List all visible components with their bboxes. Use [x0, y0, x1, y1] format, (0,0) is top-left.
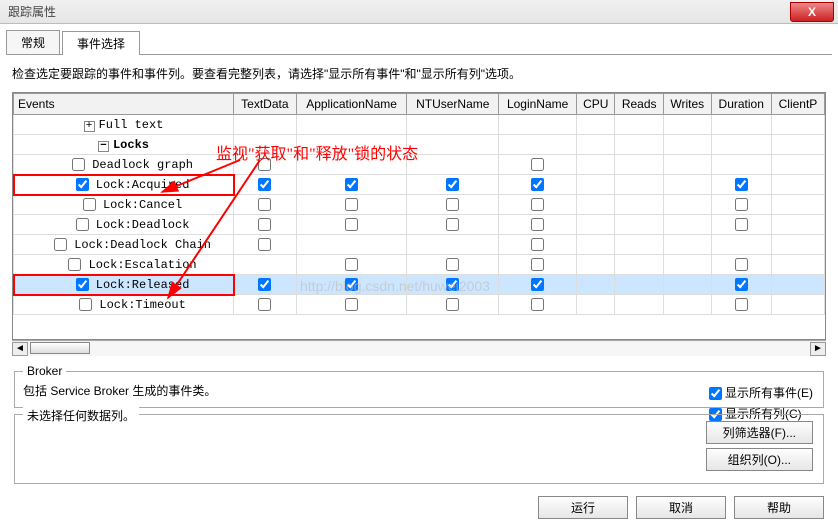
cell-check[interactable] [345, 198, 358, 211]
col-textdata[interactable]: TextData [234, 94, 297, 115]
expand-icon[interactable]: + [84, 121, 95, 132]
chk-released[interactable] [76, 278, 89, 291]
horizontal-scrollbar[interactable]: ◄ ► [12, 340, 826, 356]
row-deadlock[interactable]: Lock:Deadlock [14, 215, 825, 235]
cell-check[interactable] [258, 198, 271, 211]
cell-check[interactable] [345, 178, 358, 191]
cell-check[interactable] [446, 298, 459, 311]
row-deadlock-graph[interactable]: Deadlock graph [14, 155, 825, 175]
footer-buttons: 运行 取消 帮助 [0, 490, 838, 525]
window-title: 跟踪属性 [8, 3, 56, 20]
cell-check[interactable] [735, 278, 748, 291]
chk-deadlock-chain[interactable] [54, 238, 67, 251]
nodata-group: 未选择任何数据列。 列筛选器(F)... 组织列(O)... [14, 414, 824, 484]
cell-check[interactable] [345, 278, 358, 291]
cell-check[interactable] [345, 298, 358, 311]
collapse-icon[interactable]: − [98, 141, 109, 152]
run-button[interactable]: 运行 [538, 496, 628, 519]
chk-acquired[interactable] [76, 178, 89, 191]
scroll-right-icon[interactable]: ► [810, 342, 826, 356]
instruction-text: 检查选定要跟踪的事件和事件列。要查看完整列表，请选择"显示所有事件"和"显示所有… [12, 65, 826, 82]
cell-check[interactable] [345, 218, 358, 231]
chk-timeout[interactable] [79, 298, 92, 311]
chk-deadlock[interactable] [76, 218, 89, 231]
cell-check[interactable] [446, 218, 459, 231]
cell-check[interactable] [531, 238, 544, 251]
col-ntuser[interactable]: NTUserName [407, 94, 499, 115]
cell-check[interactable] [446, 278, 459, 291]
scroll-left-icon[interactable]: ◄ [12, 342, 28, 356]
col-duration[interactable]: Duration [711, 94, 771, 115]
chk-escalation[interactable] [68, 258, 81, 271]
col-events[interactable]: Events [14, 94, 234, 115]
close-button[interactable]: X [790, 2, 834, 22]
cell-check[interactable] [735, 258, 748, 271]
row-released[interactable]: Lock:Released [14, 275, 825, 295]
cell-check[interactable] [735, 198, 748, 211]
cell-check[interactable] [258, 218, 271, 231]
cell-check[interactable] [531, 198, 544, 211]
cell-check[interactable] [531, 178, 544, 191]
tab-general[interactable]: 常规 [6, 30, 60, 54]
events-grid[interactable]: Events TextData ApplicationName NTUserNa… [12, 92, 826, 340]
col-login[interactable]: LoginName [499, 94, 577, 115]
cell-check[interactable] [258, 298, 271, 311]
row-cancel[interactable]: Lock:Cancel [14, 195, 825, 215]
title-bar: 跟踪属性 X [0, 0, 838, 24]
cancel-button[interactable]: 取消 [636, 496, 726, 519]
broker-desc: 包括 Service Broker 生成的事件类。 [23, 382, 815, 399]
broker-group: Broker 包括 Service Broker 生成的事件类。 显示所有事件(… [14, 364, 824, 408]
scroll-thumb[interactable] [30, 342, 90, 354]
row-escalation[interactable]: Lock:Escalation [14, 255, 825, 275]
chk-cancel[interactable] [83, 198, 96, 211]
organize-cols-button[interactable]: 组织列(O)... [706, 448, 813, 471]
broker-legend: Broker [23, 364, 66, 378]
row-fulltext[interactable]: +Full text [14, 115, 825, 135]
cell-check[interactable] [258, 278, 271, 291]
cell-check[interactable] [446, 198, 459, 211]
col-filter-button[interactable]: 列筛选器(F)... [706, 421, 813, 444]
chk-deadlock-graph[interactable] [72, 158, 85, 171]
tab-events[interactable]: 事件选择 [62, 31, 140, 55]
cell-check[interactable] [531, 158, 544, 171]
row-acquired[interactable]: Lock:Acquired [14, 175, 825, 195]
cell-check[interactable] [531, 258, 544, 271]
col-cpu[interactable]: CPU [577, 94, 615, 115]
cell-check[interactable] [735, 218, 748, 231]
col-app[interactable]: ApplicationName [296, 94, 407, 115]
row-deadlock-chain[interactable]: Lock:Deadlock Chain [14, 235, 825, 255]
cell-check[interactable] [446, 258, 459, 271]
nodata-text: 未选择任何数据列。 [23, 407, 139, 424]
row-locks[interactable]: −Locks [14, 135, 825, 155]
content-area: 检查选定要跟踪的事件和事件列。要查看完整列表，请选择"显示所有事件"和"显示所有… [0, 55, 838, 490]
cell-check[interactable] [258, 238, 271, 251]
col-reads[interactable]: Reads [615, 94, 664, 115]
chk-show-events[interactable] [709, 387, 722, 400]
row-timeout[interactable]: Lock:Timeout [14, 295, 825, 315]
cell-check[interactable] [531, 218, 544, 231]
cell-check[interactable] [258, 178, 271, 191]
col-clientp[interactable]: ClientP [771, 94, 824, 115]
help-button[interactable]: 帮助 [734, 496, 824, 519]
cell-check[interactable] [531, 298, 544, 311]
cell-check[interactable] [735, 298, 748, 311]
cell-check[interactable] [735, 178, 748, 191]
cell-check[interactable] [446, 178, 459, 191]
show-all-events[interactable]: 显示所有事件(E) [709, 384, 813, 401]
cell-check[interactable] [531, 278, 544, 291]
tab-strip: 常规 事件选择 [6, 30, 832, 55]
cell-check[interactable] [258, 158, 271, 171]
cell-check[interactable] [345, 258, 358, 271]
col-writes[interactable]: Writes [663, 94, 711, 115]
